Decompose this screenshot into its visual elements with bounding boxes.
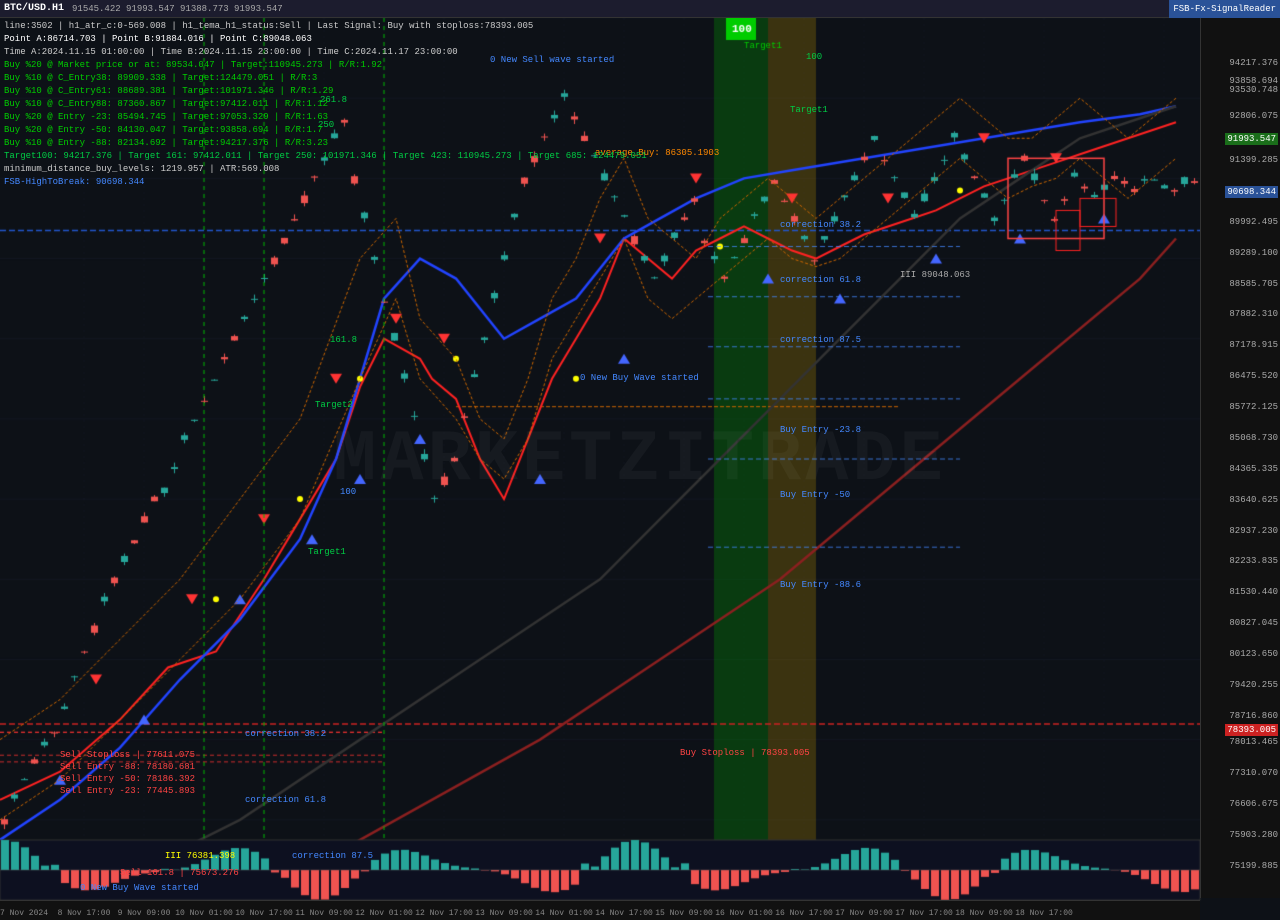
price-label: 80123.650 xyxy=(1229,649,1278,659)
buysell-line: Buy %20 @ Entry -23: 85494.745 | Target:… xyxy=(4,111,647,124)
time-label: 10 Nov 17:00 xyxy=(235,909,293,918)
time-label: 12 Nov 01:00 xyxy=(355,909,413,918)
min-distance-line: minimum_distance_buy_levels: 1219.957 | … xyxy=(4,163,647,176)
time-label: 14 Nov 17:00 xyxy=(595,909,653,918)
chart-title: BTC/USD.H1 xyxy=(4,3,64,14)
indicator-line: line:3502 | h1_atr_c:0-569.008 | h1_tema… xyxy=(4,20,647,33)
time-label: 17 Nov 17:00 xyxy=(895,909,953,918)
time-label: 16 Nov 17:00 xyxy=(775,909,833,918)
price-label: 79420.255 xyxy=(1229,680,1278,690)
time-label: 13 Nov 09:00 xyxy=(475,909,533,918)
time-label: 15 Nov 09:00 xyxy=(655,909,713,918)
time-label: 14 Nov 01:00 xyxy=(535,909,593,918)
price-label: 78393.005 xyxy=(1225,724,1278,736)
ohlc-display: 91545.422 91993.547 91388.773 91993.547 xyxy=(72,4,283,14)
info-panel: line:3502 | h1_atr_c:0-569.008 | h1_tema… xyxy=(4,20,647,189)
price-label: 89992.495 xyxy=(1229,217,1278,227)
buysell-line: Buy %20 @ Market price or at: 89534.047 … xyxy=(4,59,647,72)
price-label: 80827.045 xyxy=(1229,618,1278,628)
price-label: 94217.376 xyxy=(1229,58,1278,68)
chart-container: BTC/USD.H1 91545.422 91993.547 91388.773… xyxy=(0,0,1280,920)
targets-line: Target100: 94217.376 | Target 161: 97412… xyxy=(4,150,647,163)
points-line: Point A:86714.703 | Point B:91884.016 | … xyxy=(4,33,647,46)
time-label: 11 Nov 09:00 xyxy=(295,909,353,918)
price-label: 84365.335 xyxy=(1229,464,1278,474)
time-label: 9 Nov 09:00 xyxy=(118,909,171,918)
time-label: 12 Nov 17:00 xyxy=(415,909,473,918)
buysell-line: Buy %10 @ C_Entry88: 87360.867 | Target:… xyxy=(4,98,647,111)
time-label: 17 Nov 09:00 xyxy=(835,909,893,918)
price-label: 76606.675 xyxy=(1229,799,1278,809)
price-label: 85772.125 xyxy=(1229,402,1278,412)
buysell-lines: Buy %20 @ Market price or at: 89534.047 … xyxy=(4,59,647,150)
price-label: 88585.705 xyxy=(1229,279,1278,289)
price-label: 77310.070 xyxy=(1229,768,1278,778)
time-label: 18 Nov 09:00 xyxy=(955,909,1013,918)
price-axis: 94217.37693858.69493530.74892806.0759199… xyxy=(1200,18,1280,898)
price-label: 78013.465 xyxy=(1229,737,1278,747)
price-label: 91993.547 xyxy=(1225,133,1278,145)
time-axis: 7 Nov 2024 8 Nov 17:00 9 Nov 09:00 10 Nov 0… xyxy=(0,900,1200,920)
time-label: 10 Nov 01:00 xyxy=(175,909,233,918)
top-bar: BTC/USD.H1 91545.422 91993.547 91388.773… xyxy=(0,0,1280,18)
buysell-line: Buy %10 @ C_Entry61: 88689.381 | Target:… xyxy=(4,85,647,98)
price-label: 81530.440 xyxy=(1229,587,1278,597)
price-label: 87178.915 xyxy=(1229,340,1278,350)
fsb-high-line: FSB-HighToBreak: 90698.344 xyxy=(4,176,647,189)
price-label: 91399.285 xyxy=(1229,155,1278,165)
fsb-badge: FSB-Fx-SignalReader xyxy=(1169,0,1280,18)
buysell-line: Buy %10 @ Entry -88: 82134.692 | Target:… xyxy=(4,137,647,150)
price-label: 92806.075 xyxy=(1229,111,1278,121)
price-label: 86475.520 xyxy=(1229,371,1278,381)
price-label: 82233.835 xyxy=(1229,556,1278,566)
time-label: 8 Nov 17:00 xyxy=(58,909,111,918)
buysell-line: Buy %20 @ Entry -50: 84130.047 | Target:… xyxy=(4,124,647,137)
price-label: 87882.310 xyxy=(1229,309,1278,319)
price-label: 85068.730 xyxy=(1229,433,1278,443)
price-label: 82937.230 xyxy=(1229,526,1278,536)
time-label: 7 Nov 2024 xyxy=(0,909,48,918)
price-label: 78716.860 xyxy=(1229,711,1278,721)
price-label: 75199.885 xyxy=(1229,861,1278,871)
buysell-line: Buy %10 @ C_Entry38: 89909.338 | Target:… xyxy=(4,72,647,85)
price-label: 93530.748 xyxy=(1229,85,1278,95)
times-line: Time A:2024.11.15 01:00:00 | Time B:2024… xyxy=(4,46,647,59)
time-label: 16 Nov 01:00 xyxy=(715,909,773,918)
price-label: 75903.280 xyxy=(1229,830,1278,840)
time-label: 18 Nov 17:00 xyxy=(1015,909,1073,918)
price-label: 89289.100 xyxy=(1229,248,1278,258)
price-label: 83640.625 xyxy=(1229,495,1278,505)
price-label: 90698.344 xyxy=(1225,186,1278,198)
